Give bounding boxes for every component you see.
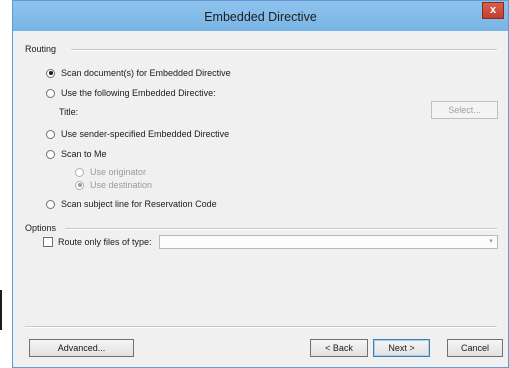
- radio-use-destination[interactable]: Use destination: [75, 180, 152, 190]
- next-button[interactable]: Next >: [373, 339, 430, 357]
- radio-use-originator[interactable]: Use originator: [75, 167, 146, 177]
- radio-label: Scan document(s) for Embedded Directive: [61, 68, 231, 78]
- footer-separator: [25, 326, 497, 328]
- radio-use-following-directive[interactable]: Use the following Embedded Directive:: [46, 88, 216, 98]
- radio-button[interactable]: [46, 199, 55, 209]
- back-button[interactable]: < Back: [310, 339, 368, 357]
- radio-button[interactable]: [46, 129, 55, 139]
- cancel-button[interactable]: Cancel: [447, 339, 503, 357]
- radio-button[interactable]: [46, 149, 55, 159]
- radio-scan-to-me[interactable]: Scan to Me: [46, 149, 107, 159]
- close-icon: x: [489, 4, 497, 16]
- options-section-label: Options: [25, 223, 57, 233]
- background-edge: [0, 290, 2, 330]
- route-only-label: Route only files of type:: [58, 237, 152, 247]
- close-button[interactable]: x: [482, 2, 504, 19]
- radio-sender-specified[interactable]: Use sender-specified Embedded Directive: [46, 129, 229, 139]
- title-bar: Embedded Directive x: [13, 1, 508, 31]
- title-label: Title:: [59, 107, 79, 117]
- radio-label: Use the following Embedded Directive:: [61, 88, 216, 98]
- file-type-dropdown[interactable]: ▾: [159, 235, 498, 249]
- options-separator: [65, 228, 497, 230]
- embedded-directive-dialog: Embedded Directive x Routing Scan docume…: [12, 0, 509, 368]
- radio-button[interactable]: [46, 68, 55, 78]
- select-button[interactable]: Select...: [431, 101, 498, 119]
- route-only-checkbox-row[interactable]: Route only files of type:: [43, 237, 152, 247]
- radio-button[interactable]: [46, 88, 55, 98]
- radio-button[interactable]: [75, 167, 84, 177]
- advanced-button[interactable]: Advanced...: [29, 339, 134, 357]
- radio-label: Use destination: [90, 180, 153, 190]
- routing-separator: [71, 49, 497, 51]
- radio-scan-documents[interactable]: Scan document(s) for Embedded Directive: [46, 68, 231, 78]
- radio-scan-subject-line[interactable]: Scan subject line for Reservation Code: [46, 199, 217, 209]
- route-only-checkbox[interactable]: [43, 237, 53, 247]
- radio-button[interactable]: [75, 180, 84, 190]
- radio-label: Use sender-specified Embedded Directive: [61, 129, 230, 139]
- routing-section-label: Routing: [25, 44, 57, 54]
- radio-label: Use originator: [90, 167, 147, 177]
- window-title: Embedded Directive: [204, 10, 317, 24]
- chevron-down-icon[interactable]: ▾: [486, 237, 496, 247]
- radio-label: Scan subject line for Reservation Code: [61, 199, 217, 209]
- radio-label: Scan to Me: [61, 149, 107, 159]
